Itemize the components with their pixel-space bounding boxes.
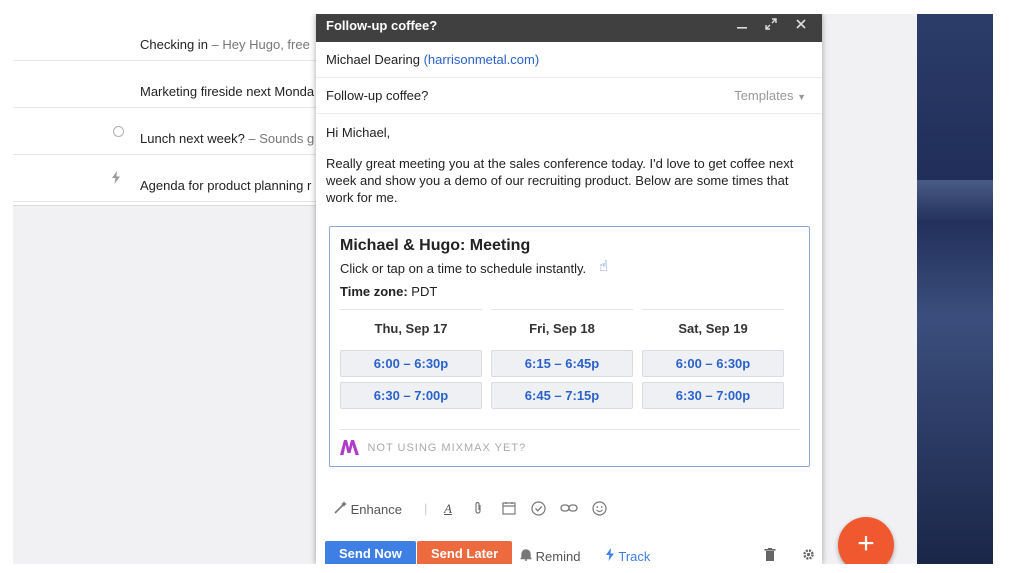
time-slot-button[interactable]: 6:30 – 7:00p xyxy=(642,382,784,409)
send-later-button[interactable]: Send Later xyxy=(417,541,513,564)
hand-pointer-icon: ☝ xyxy=(599,258,609,275)
subject-text: Follow-up coffee? xyxy=(326,88,429,103)
inbox-row[interactable]: Agenda for product planning r xyxy=(13,155,333,202)
minimize-icon[interactable] xyxy=(736,18,748,33)
format-toolbar: Enhance | A xyxy=(316,498,822,522)
row-text: Lunch next week? – Sounds g xyxy=(140,131,314,146)
greeting: Hi Michael, xyxy=(326,125,391,140)
lightning-icon xyxy=(109,171,123,185)
templates-label: Templates xyxy=(734,88,794,103)
day-column: Fri, Sep 18 6:15 – 6:45p 6:45 – 7:15p xyxy=(491,309,633,409)
timezone-label: Time zone: xyxy=(340,284,408,299)
background-lake xyxy=(917,180,993,220)
meeting-subtitle: Click or tap on a time to schedule insta… xyxy=(340,261,587,276)
mixmax-footer[interactable]: NOT USING MIXMAX YET? xyxy=(340,429,800,457)
lightning-icon xyxy=(605,548,618,564)
attach-icon[interactable] xyxy=(473,501,483,518)
track-button[interactable]: Track xyxy=(605,548,650,564)
bell-icon xyxy=(520,549,536,564)
to-field[interactable]: Michael Dearing (harrisonmetal.com) xyxy=(316,42,822,78)
app-frame: Checking in – Hey Hugo, free Marketing f… xyxy=(13,14,993,564)
row-text: Agenda for product planning r xyxy=(140,178,311,193)
calendar-icon[interactable] xyxy=(502,501,516,518)
row-subject: Marketing fireside next Monda xyxy=(140,84,315,99)
meeting-card: Michael & Hugo: Meeting Click or tap on … xyxy=(329,226,810,467)
action-bar: Send Now Send Later Remind Track xyxy=(316,536,822,564)
font-icon[interactable]: A xyxy=(444,501,452,517)
send-now-button[interactable]: Send Now xyxy=(325,541,416,564)
enhance-label: Enhance xyxy=(350,502,402,517)
inbox-row[interactable]: Marketing fireside next Monda xyxy=(13,61,333,108)
remind-button[interactable]: Remind xyxy=(520,548,580,564)
compose-titlebar[interactable]: Follow-up coffee? xyxy=(316,14,822,42)
message-body[interactable]: Hi Michael, Really great meeting you at … xyxy=(316,114,822,230)
recipient-name: Michael Dearing xyxy=(326,52,420,67)
magic-wand-icon xyxy=(334,501,351,517)
settings-gear-icon[interactable] xyxy=(802,548,815,564)
emoji-icon[interactable] xyxy=(592,501,607,519)
row-text: Checking in – Hey Hugo, free xyxy=(140,37,310,52)
track-label: Track xyxy=(618,549,651,564)
circle-icon[interactable] xyxy=(113,126,124,137)
timezone: Time zone: PDT xyxy=(340,284,437,299)
time-slot-button[interactable]: 6:30 – 7:00p xyxy=(340,382,482,409)
background-image xyxy=(917,14,993,564)
day-header: Thu, Sep 17 xyxy=(340,309,482,345)
day-header: Sat, Sep 19 xyxy=(642,309,784,345)
day-header: Fri, Sep 18 xyxy=(491,309,633,345)
close-icon[interactable] xyxy=(795,18,807,33)
subject-field[interactable]: Follow-up coffee? Templates ▼ xyxy=(316,78,822,114)
day-column: Sat, Sep 19 6:00 – 6:30p 6:30 – 7:00p xyxy=(642,309,784,409)
remind-label: Remind xyxy=(535,549,581,564)
templates-dropdown[interactable]: Templates ▼ xyxy=(734,88,806,103)
time-slot-button[interactable]: 6:15 – 6:45p xyxy=(491,350,633,377)
row-subject: Lunch next week? xyxy=(140,131,245,146)
row-subject: Checking in xyxy=(140,37,208,52)
link-icon[interactable] xyxy=(560,501,578,518)
day-column: Thu, Sep 17 6:00 – 6:30p 6:30 – 7:00p xyxy=(340,309,482,409)
row-snippet: – Hey Hugo, free xyxy=(207,37,310,52)
row-snippet: – Sounds g xyxy=(244,131,315,146)
inbox-list: Checking in – Hey Hugo, free Marketing f… xyxy=(13,14,333,206)
inbox-row[interactable]: Lunch next week? – Sounds g xyxy=(13,108,333,155)
compose-window: Follow-up coffee? Michael Dearing (harri… xyxy=(316,14,822,564)
timezone-value: PDT xyxy=(411,284,438,299)
check-circle-icon[interactable] xyxy=(531,501,546,519)
inbox-row[interactable]: Checking in – Hey Hugo, free xyxy=(13,14,333,61)
expand-icon[interactable] xyxy=(765,18,777,33)
enhance-button[interactable]: Enhance xyxy=(334,501,402,517)
row-subject: Agenda for product planning r xyxy=(140,178,312,193)
row-text: Marketing fireside next Monda xyxy=(140,84,314,99)
chevron-down-icon: ▼ xyxy=(797,92,806,102)
mixmax-footer-text: NOT USING MIXMAX YET? xyxy=(367,441,527,454)
compose-fab-button[interactable]: + xyxy=(838,517,894,564)
time-slot-button[interactable]: 6:45 – 7:15p xyxy=(491,382,633,409)
recipient-domain[interactable]: (harrisonmetal.com) xyxy=(424,52,540,67)
toolbar-divider: | xyxy=(424,501,428,516)
trash-icon[interactable] xyxy=(764,548,776,564)
time-slot-button[interactable]: 6:00 – 6:30p xyxy=(642,350,784,377)
mixmax-logo-icon xyxy=(340,440,359,456)
compose-title: Follow-up coffee? xyxy=(326,18,438,33)
time-slot-button[interactable]: 6:00 – 6:30p xyxy=(340,350,482,377)
body-paragraph: Really great meeting you at the sales co… xyxy=(326,156,794,205)
meeting-title: Michael & Hugo: Meeting xyxy=(340,237,531,254)
